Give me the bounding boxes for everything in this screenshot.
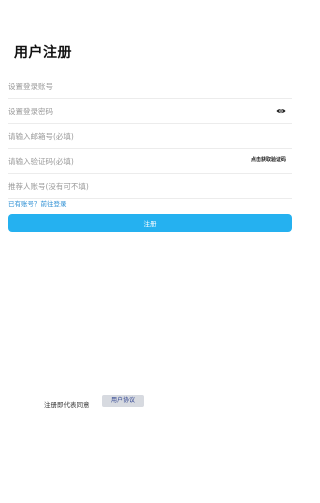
password-input[interactable] — [8, 99, 248, 123]
referrer-field — [8, 174, 292, 199]
verification-code-input[interactable] — [8, 149, 208, 173]
register-button[interactable]: 注册 — [8, 214, 292, 232]
login-link[interactable]: 已有账号？前往登录 — [8, 198, 67, 208]
eye-icon[interactable] — [276, 107, 286, 115]
referrer-input[interactable] — [8, 174, 248, 198]
page-title: 用户注册 — [14, 45, 72, 61]
agreement-text: 注册即代表同意 — [44, 401, 90, 409]
account-field — [8, 74, 292, 99]
password-field — [8, 99, 292, 124]
verification-code-field: 点击获取验证码 — [8, 149, 292, 174]
email-field — [8, 124, 292, 149]
email-input[interactable] — [8, 124, 248, 148]
get-code-button[interactable]: 点击获取验证码 — [251, 156, 286, 163]
user-agreement-link[interactable]: 用户协议 — [102, 395, 144, 407]
account-input[interactable] — [8, 74, 248, 98]
